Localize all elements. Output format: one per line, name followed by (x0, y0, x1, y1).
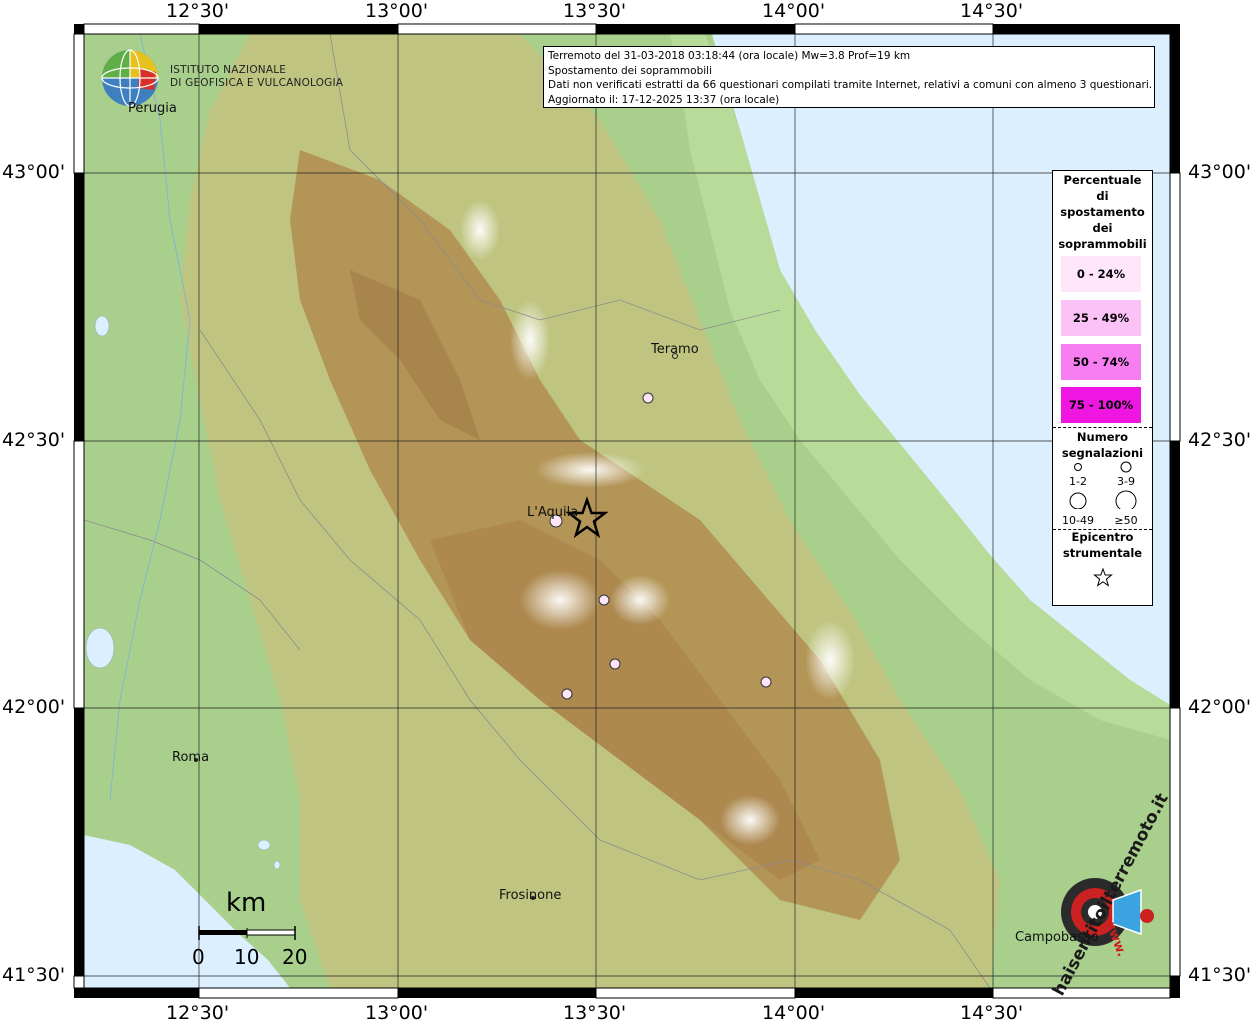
left-tick-label: 42°00' (2, 696, 66, 718)
legend-title-3: spostamento (1060, 205, 1145, 219)
left-tick-label: 43°00' (2, 161, 66, 183)
top-tick-label: 13°00' (365, 0, 429, 22)
scale-tick: 0 (192, 945, 205, 969)
map-area (84, 34, 1170, 988)
frame-bottom (74, 987, 1180, 999)
legend-epi-title-2: strumentale (1062, 546, 1143, 560)
left-tick-label: 42°30' (2, 429, 66, 451)
legend-class-3: 75 - 100% (1061, 387, 1141, 423)
event-update: Aggiornato il: 17-12-2025 13:37 (ora loc… (548, 93, 780, 106)
right-tick-label: 41°30' (1188, 964, 1252, 986)
scale-tick: 20 (282, 945, 308, 969)
ingv-line1: ISTITUTO NAZIONALE (170, 64, 287, 76)
right-tick-label: 42°30' (1188, 429, 1252, 451)
legend-count-label: 1-2 (1069, 475, 1087, 488)
event-info-box: Terremoto del 31-03-2018 03:18:44 (ora l… (543, 46, 1155, 108)
legend-title-1: Percentuale (1063, 173, 1142, 187)
frame-right (1169, 34, 1181, 988)
legend-star-icon (1093, 567, 1113, 587)
obs-point (609, 658, 621, 670)
legend-title-2: di (1096, 189, 1109, 203)
bottom-tick-label: 13°30' (563, 1002, 627, 1024)
legend-class-1: 25 - 49% (1061, 300, 1141, 336)
top-tick-label: 14°30' (960, 0, 1024, 22)
ingv-line2: DI GEOFISICA E VULCANOLOGIA (170, 77, 344, 89)
obs-point (598, 594, 610, 606)
legend-title-5: soprammobili (1058, 237, 1147, 251)
legend-epi-title-1: Epicentro (1071, 530, 1134, 544)
top-tick-label: 12°30' (166, 0, 230, 22)
legend: Percentuale di spostamento dei soprammob… (1052, 170, 1153, 606)
legend-count-label: ≥50 (1114, 514, 1138, 527)
ingv-logo-icon (101, 49, 159, 107)
obs-point (561, 688, 573, 700)
bottom-tick-label: 14°30' (960, 1002, 1024, 1024)
city-label-roma: Roma (172, 750, 210, 765)
city-label-frosinone: Frosinone (499, 888, 562, 903)
legend-separator (1053, 427, 1152, 428)
top-tick-label: 13°30' (563, 0, 627, 22)
event-title: Terremoto del 31-03-2018 03:18:44 (ora l… (548, 50, 911, 62)
frame-left (73, 33, 85, 989)
scale-unit: km (226, 888, 267, 918)
legend-count-title-1: Numero (1076, 430, 1129, 444)
lake-bolsena (85, 627, 115, 669)
city-label-laquila: L'Aquila (527, 505, 579, 520)
city-label-teramo: Teramo (651, 342, 699, 357)
right-tick-label: 43°00' (1188, 161, 1252, 183)
legend-count-label: 3-9 (1117, 475, 1135, 488)
legend-class-0: 0 - 24% (1061, 256, 1141, 292)
scale-tick: 10 (234, 945, 260, 969)
legend-title-4: dei (1092, 221, 1113, 235)
left-tick-label: 41°30' (2, 964, 66, 986)
bottom-tick-label: 13°00' (365, 1002, 429, 1024)
ingv-logo-text: ISTITUTO NAZIONALE DI GEOFISICA E VULCAN… (170, 64, 343, 90)
top-tick-label: 14°00' (762, 0, 826, 22)
event-data-note: Dati non verificati estratti da 66 quest… (548, 79, 1153, 91)
legend-count-label: 10-49 (1062, 514, 1094, 527)
city-label-perugia: Perugia (128, 101, 177, 116)
legend-class-2: 50 - 74% (1061, 344, 1141, 380)
bottom-tick-label: 14°00' (762, 1002, 826, 1024)
event-subtitle: Spostamento dei soprammobili (548, 64, 712, 77)
bottom-tick-label: 12°30' (166, 1002, 230, 1024)
obs-point (760, 676, 772, 688)
right-tick-label: 42°00' (1188, 696, 1252, 718)
obs-point (642, 392, 654, 404)
frame-top (74, 23, 1180, 35)
